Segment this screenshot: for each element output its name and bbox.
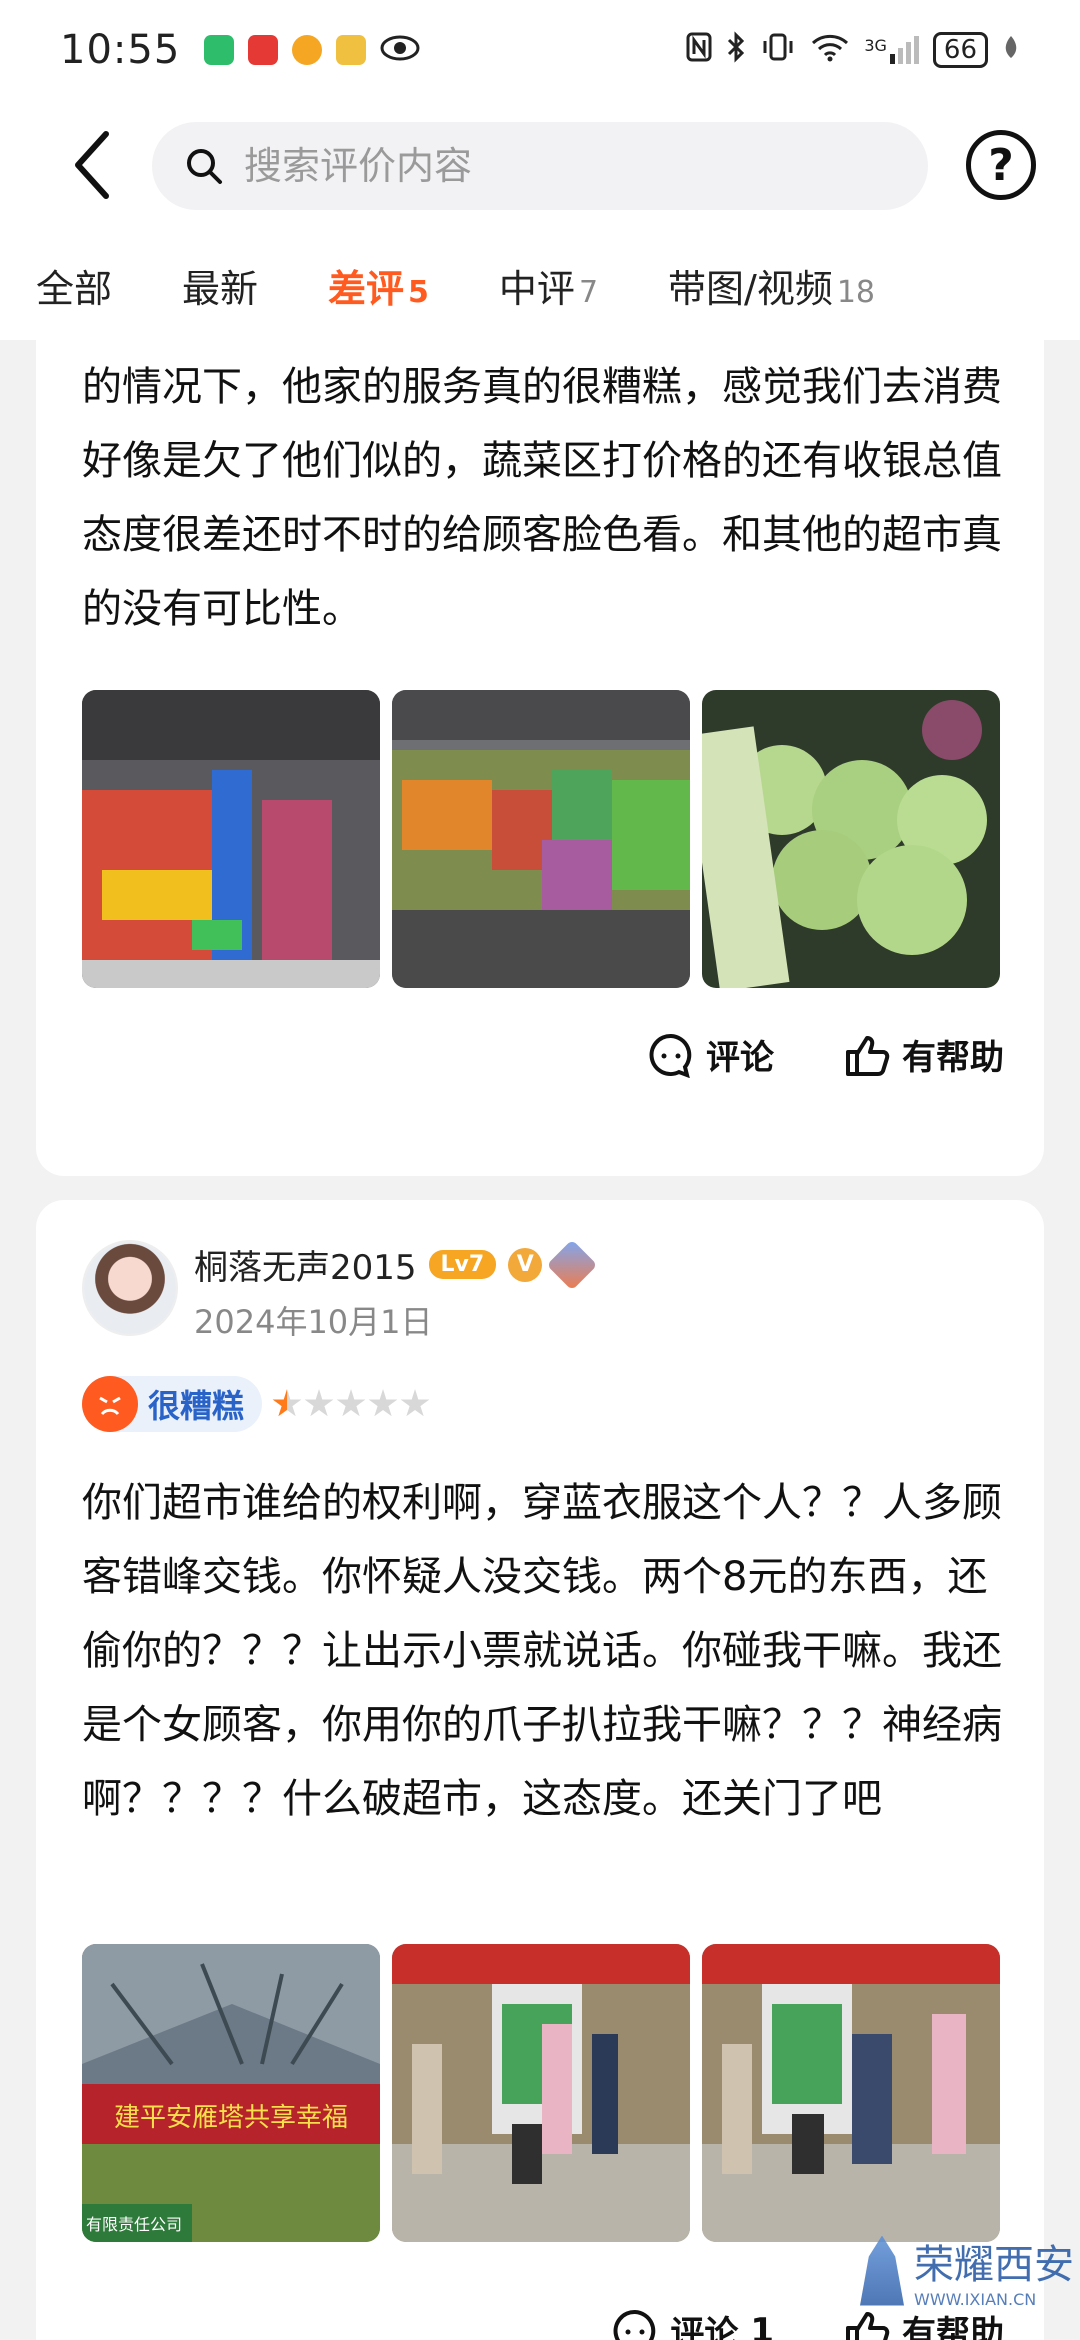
comment-button[interactable]: 评论 1 (612, 2306, 774, 2340)
review-photos: 建平安雁塔共享幸福 有限责任公司 (82, 1944, 1000, 2242)
status-app-icons (204, 33, 420, 67)
back-arrow-icon (75, 131, 109, 199)
review-card: 桐落无声2015 Lv7 V 2024年10月1日 很糟糕 你们超市谁给的权利啊… (36, 1200, 1044, 2340)
tab-latest[interactable]: 最新 (182, 258, 258, 313)
search-icon (187, 149, 222, 184)
battery-indicator: 66 (932, 32, 988, 68)
tab-all[interactable]: 全部 (36, 258, 112, 313)
vibrate-icon (760, 32, 796, 69)
wifi-icon (810, 32, 850, 69)
review-user[interactable]: 桐落无声2015 Lv7 V 2024年10月1日 (82, 1239, 598, 1343)
angry-face-icon (82, 1376, 138, 1432)
review-photo[interactable] (82, 690, 380, 988)
app-notification-icon (248, 35, 279, 65)
level-badge: Lv7 (428, 1250, 497, 1279)
review-text: 的情况下，他家的服务真的很糟糕，感觉我们去消费好像是欠了他们似的，蔬菜区打价格的… (82, 364, 1002, 632)
status-bar: 10:55 3G 66 (0, 0, 1080, 100)
watermark-title: 荣耀西安 (914, 2242, 1074, 2288)
status-time: 10:55 (60, 27, 181, 73)
watermark: 荣耀西安 WWW.IXIAN.CN (860, 2232, 1074, 2309)
photo-sign-text: 建平安雁塔共享幸福 (114, 2103, 348, 2133)
back-button[interactable] (52, 125, 132, 205)
nfc-icon (686, 32, 712, 69)
star-rating (272, 1389, 430, 1419)
tab-count: 7 (578, 274, 599, 310)
signal-icon: 3G (864, 36, 919, 64)
star-icon (304, 1389, 334, 1417)
header-bar: ? (0, 100, 1080, 230)
watermark-url: WWW.IXIAN.CN (914, 2290, 1037, 2309)
thumbs-up-icon (846, 2311, 890, 2340)
review-card: 的情况下，他家的服务真的很糟糕，感觉我们去消费好像是欠了他们似的，蔬菜区打价格的… (36, 310, 1044, 1176)
review-date: 2024年10月1日 (194, 1303, 433, 1341)
review-photo[interactable] (702, 1944, 1000, 2242)
review-actions: 评论 1 有帮助 (612, 2306, 1004, 2340)
review-photo[interactable] (392, 1944, 690, 2242)
review-photos (82, 690, 1000, 988)
user-name[interactable]: 桐落无声2015 (194, 1240, 417, 1289)
help-button[interactable]: ? (966, 130, 1036, 200)
rating-pill: 很糟糕 (82, 1376, 263, 1432)
comment-button[interactable]: 评论 (648, 1030, 774, 1079)
helpful-button[interactable]: 有帮助 (844, 1030, 1004, 1079)
review-photo[interactable] (392, 690, 690, 988)
comment-icon (613, 2309, 656, 2340)
status-right: 3G 66 (686, 30, 1020, 70)
comment-count: 1 (750, 2310, 774, 2340)
rating-label: 很糟糕 (148, 1387, 245, 1425)
member-badge-icon (546, 1239, 598, 1290)
tab-negative[interactable]: 差评 5 (328, 258, 429, 313)
question-mark-icon: ? (988, 139, 1014, 191)
star-icon (368, 1389, 398, 1417)
avatar[interactable] (82, 1240, 178, 1336)
eye-icon (380, 33, 420, 67)
search-box[interactable] (152, 122, 928, 210)
verified-badge: V (508, 1247, 543, 1282)
star-icon (400, 1389, 430, 1417)
tab-with-media[interactable]: 带图/视频 18 (668, 258, 875, 313)
photo-sign-text: 有限责任公司 (86, 2215, 182, 2234)
tab-count: 5 (408, 274, 429, 310)
bluetooth-icon (726, 30, 746, 70)
app-notification-icon (204, 35, 235, 65)
search-input[interactable] (244, 144, 844, 188)
comment-icon (649, 1033, 692, 1078)
helpful-button[interactable]: 有帮助 (844, 2306, 1004, 2340)
weibo-icon (292, 35, 323, 65)
star-icon (272, 1389, 302, 1417)
pagoda-logo-icon (860, 2235, 904, 2306)
app-notification-icon (336, 35, 367, 65)
tab-count: 18 (836, 274, 876, 310)
leaf-icon (1002, 34, 1020, 67)
star-icon (336, 1389, 366, 1417)
tab-neutral[interactable]: 中评 7 (499, 258, 598, 313)
rating-row: 很糟糕 (82, 1376, 430, 1432)
review-photo[interactable] (702, 690, 1000, 988)
review-text: 你们超市谁给的权利啊，穿蓝衣服这个人？？人多顾客错峰交钱。你怀疑人没交钱。两个8… (82, 1480, 1002, 1822)
thumbs-up-icon (846, 1035, 890, 1076)
review-photo[interactable]: 建平安雁塔共享幸福 有限责任公司 (82, 1944, 380, 2242)
review-actions: 评论 有帮助 (648, 1030, 1004, 1079)
